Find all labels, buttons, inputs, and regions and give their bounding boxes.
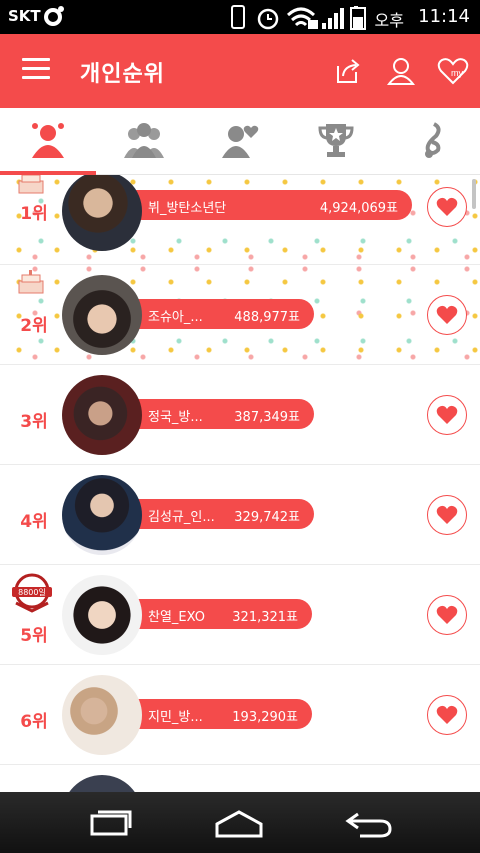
svg-text:my: my xyxy=(451,68,463,78)
vote-count: 193,290표 xyxy=(232,710,298,725)
vote-count: 321,321표 xyxy=(232,610,298,625)
share-icon[interactable] xyxy=(330,54,364,88)
avatar[interactable] xyxy=(62,275,142,355)
idol-name: 조슈아_... xyxy=(148,310,203,325)
profile-icon[interactable] xyxy=(384,54,418,88)
page-title: 개인순위 xyxy=(80,62,165,87)
heart-icon xyxy=(436,197,458,216)
menu-icon[interactable] xyxy=(22,58,50,80)
vote-button[interactable] xyxy=(427,495,467,535)
trophy-icon xyxy=(318,124,354,157)
idol-name: 뷔_방탄소년단 xyxy=(148,201,227,216)
vote-button[interactable] xyxy=(427,187,467,227)
list-item[interactable]: 4위 김성규_인... 329,742표 xyxy=(0,465,480,565)
rank-label: 3위 xyxy=(20,412,48,432)
system-nav-bar xyxy=(0,792,480,853)
heart-icon xyxy=(436,705,458,724)
home-icon[interactable] xyxy=(214,806,264,840)
music-note-icon xyxy=(425,122,441,158)
avatar[interactable] xyxy=(62,375,142,455)
alarm-icon xyxy=(257,8,279,30)
app-header: 개인순위 my xyxy=(0,34,480,108)
idol-name: 찬열_EXO xyxy=(148,610,205,625)
tab-group[interactable] xyxy=(96,108,192,175)
avatar[interactable] xyxy=(62,575,142,655)
rank-label: 4위 xyxy=(20,512,48,532)
avatar[interactable] xyxy=(62,775,142,792)
vote-count: 488,977표 xyxy=(234,310,300,325)
birthday-cake-icon xyxy=(18,175,44,194)
list-item[interactable] xyxy=(0,765,480,792)
tab-trophy[interactable] xyxy=(288,108,384,175)
list-item[interactable]: 6위 지민_방... 193,290표 xyxy=(0,665,480,765)
heart-icon xyxy=(436,405,458,424)
category-tabs xyxy=(0,108,480,175)
rank-label: 1위 xyxy=(20,204,48,224)
clock: 11:14 xyxy=(418,6,470,27)
group-icon xyxy=(124,123,164,158)
vote-count: 387,349표 xyxy=(234,410,300,425)
rank-label: 5위 xyxy=(20,626,48,646)
list-item[interactable]: 3위 정국_방... 387,349표 xyxy=(0,365,480,465)
avatar[interactable] xyxy=(62,175,142,251)
tab-individual[interactable] xyxy=(0,108,96,175)
back-icon[interactable] xyxy=(344,806,394,840)
name-vote-pill: 뷔_방탄소년단 4,924,069표 xyxy=(106,190,412,220)
ampm-label: 오후 xyxy=(374,11,404,30)
birthday-cake-icon xyxy=(18,270,44,294)
idol-name: 김성규_인... xyxy=(148,510,215,525)
my-favorites-icon[interactable]: my xyxy=(436,54,470,88)
anniversary-badge-icon: 8800일 xyxy=(12,573,52,613)
person-heart-icon xyxy=(222,125,259,158)
vote-button[interactable] xyxy=(427,595,467,635)
status-bar: SKT 오후 11:14 xyxy=(0,0,480,34)
ranking-list[interactable]: 1위 뷔_방탄소년단 4,924,069표 2위 조슈아_... 488,977… xyxy=(0,175,480,792)
rank-label: 6위 xyxy=(20,712,48,732)
idol-name: 지민_방... xyxy=(148,710,203,725)
list-item[interactable]: 2위 조슈아_... 488,977표 xyxy=(0,265,480,365)
carrier-label: SKT xyxy=(8,7,41,25)
person-icon xyxy=(32,123,64,158)
tab-favorite-person[interactable] xyxy=(192,108,288,175)
tab-music[interactable] xyxy=(384,108,480,175)
list-item[interactable]: 1위 뷔_방탄소년단 4,924,069표 xyxy=(0,175,480,265)
battery-icon xyxy=(350,6,366,30)
rank-label: 2위 xyxy=(20,316,48,336)
carrier-logo-icon xyxy=(44,6,64,26)
badge-text: 8800일 xyxy=(18,588,46,597)
vote-button[interactable] xyxy=(427,295,467,335)
scrollbar[interactable] xyxy=(472,179,476,209)
avatar[interactable] xyxy=(62,675,142,755)
avatar[interactable] xyxy=(62,475,142,555)
heart-icon xyxy=(436,605,458,624)
idol-name: 정국_방... xyxy=(148,410,203,425)
list-item[interactable]: 8800일 5위 찬열_EXO 321,321표 xyxy=(0,565,480,665)
vote-count: 329,742표 xyxy=(234,510,300,525)
heart-icon xyxy=(436,305,458,324)
vote-button[interactable] xyxy=(427,395,467,435)
signal-icon xyxy=(322,8,344,29)
wifi-icon xyxy=(286,7,318,29)
recent-apps-icon[interactable] xyxy=(86,806,136,840)
vote-button[interactable] xyxy=(427,695,467,735)
vote-count: 4,924,069표 xyxy=(319,201,398,216)
heart-icon xyxy=(436,505,458,524)
vibrate-icon xyxy=(231,5,245,29)
